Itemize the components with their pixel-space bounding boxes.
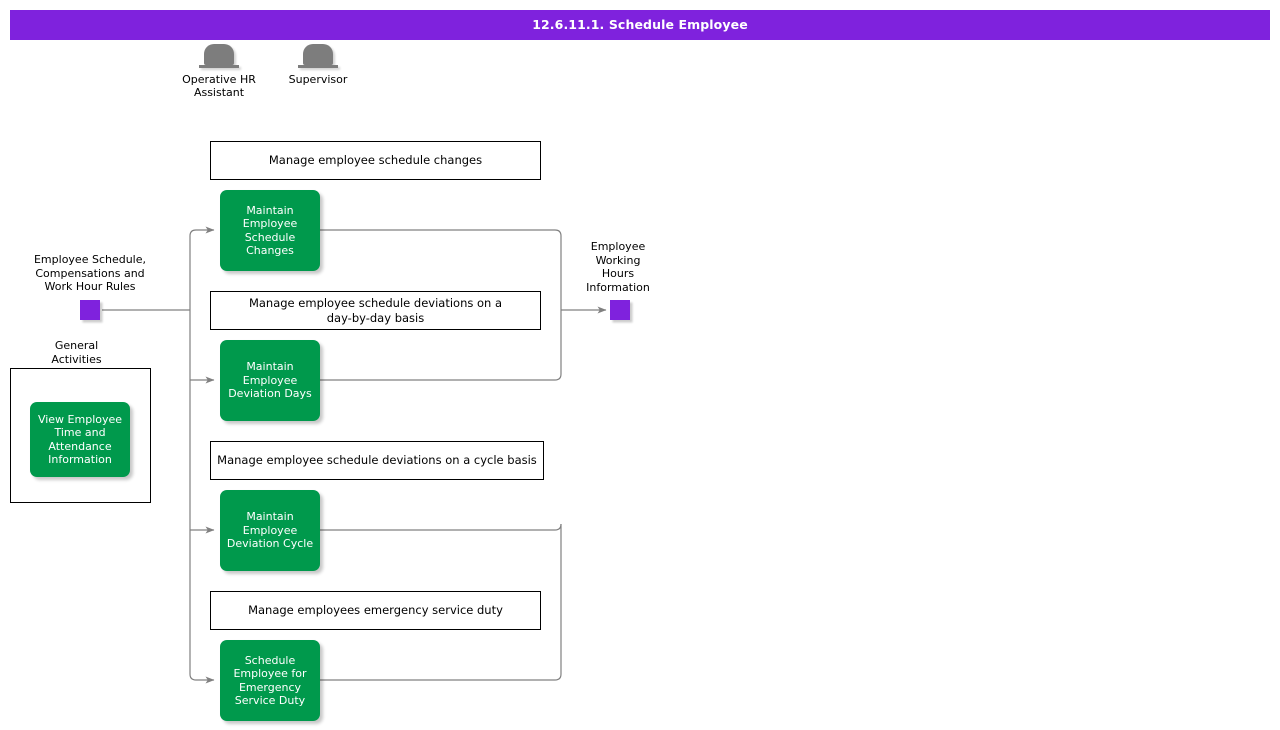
diagram-title-bar: 12.6.11.1. Schedule Employee <box>10 10 1270 40</box>
general-activities-title: General Activities <box>51 339 102 366</box>
activity-view-employee-time-and-attendance-information[interactable]: View Employee Time and Attendance Inform… <box>30 402 130 477</box>
actor-operative-hr-assistant[interactable]: Operative HR Assistant <box>179 44 259 99</box>
actor-supervisor[interactable]: Supervisor <box>278 44 358 86</box>
activity-schedule-employee-for-emergency-service-duty[interactable]: Schedule Employee for Emergency Service … <box>220 640 320 721</box>
user-bust-icon <box>298 44 338 70</box>
page-title: 12.6.11.1. Schedule Employee <box>532 16 748 32</box>
actor-label: Supervisor <box>288 73 348 86</box>
activity-maintain-employee-deviation-cycle[interactable]: Maintain Employee Deviation Cycle <box>220 490 320 571</box>
process-manage-employee-schedule-deviations-cycle[interactable]: Manage employee schedule deviations on a… <box>210 441 544 480</box>
output-data-object[interactable] <box>610 300 630 320</box>
output-data-label: Employee Working Hours Information <box>586 240 650 294</box>
process-manage-employee-schedule-deviations-day-by-day[interactable]: Manage employee schedule deviations on a… <box>210 291 541 330</box>
actor-label: Operative HR Assistant <box>182 73 256 99</box>
user-bust-icon <box>199 44 239 70</box>
activity-maintain-employee-schedule-changes[interactable]: Maintain Employee Schedule Changes <box>220 190 320 271</box>
process-manage-employees-emergency-service-duty[interactable]: Manage employees emergency service duty <box>210 591 541 630</box>
input-data-object[interactable] <box>80 300 100 320</box>
diagram-canvas: 12.6.11.1. Schedule Employee Operative H… <box>0 0 1280 730</box>
process-manage-employee-schedule-changes[interactable]: Manage employee schedule changes <box>210 141 541 180</box>
activity-maintain-employee-deviation-days[interactable]: Maintain Employee Deviation Days <box>220 340 320 421</box>
connector-lines <box>102 226 607 684</box>
input-data-label: Employee Schedule, Compensations and Wor… <box>33 253 147 293</box>
